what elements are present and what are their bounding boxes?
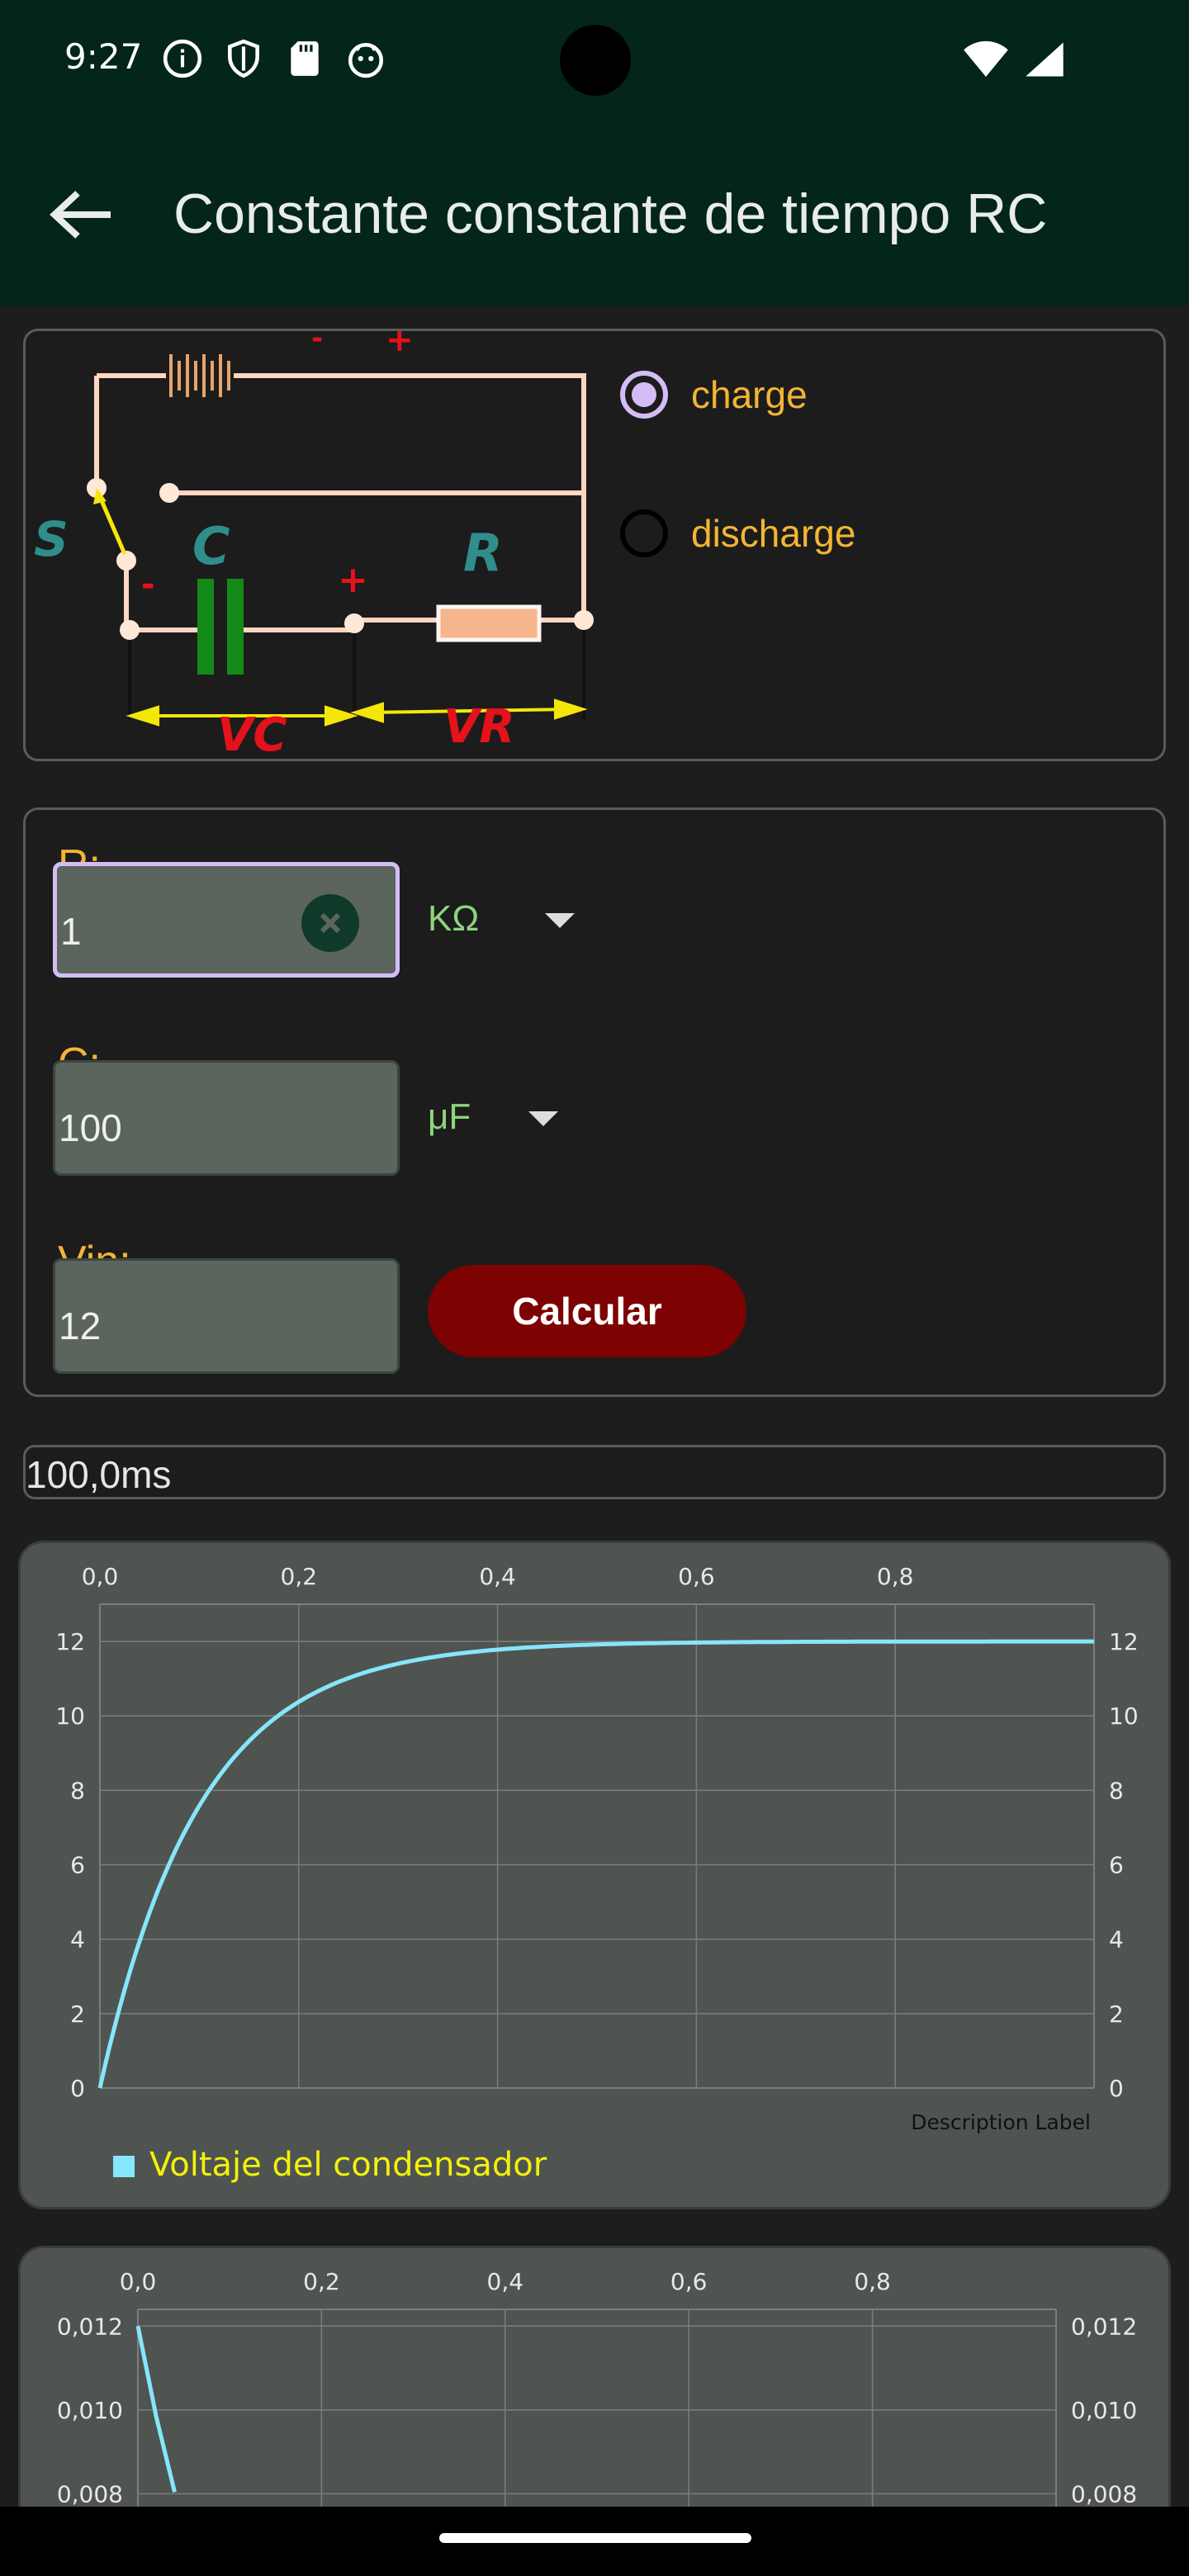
current-chart-card: 0,0 0,2 0,4 0,6 0,8 0,008 0,008 0,010 0,010 0,012… — [18, 2246, 1171, 2526]
app-bar: Constante constante de tiempo RC — [0, 124, 1189, 305]
radio-charge[interactable]: charge — [620, 371, 808, 419]
y-tick-label-right: 12 — [1109, 1628, 1139, 1655]
c-input[interactable]: 100 — [53, 1060, 400, 1176]
sd-card-icon — [291, 41, 319, 76]
x-tick-label: 0,4 — [487, 2268, 524, 2295]
y-tick-label-right: 2 — [1109, 2001, 1124, 2028]
radio-charge-indicator[interactable] — [620, 371, 668, 419]
y-tick-label: 0,008 — [57, 2480, 123, 2507]
y-tick-label: 2 — [70, 2001, 85, 2028]
series-line — [135, 2325, 177, 2493]
time-constant-value: 100,0ms — [26, 1453, 172, 1496]
x-tick-label: 0,8 — [854, 2268, 891, 2295]
y-tick-label: 0 — [70, 2075, 85, 2102]
radio-discharge[interactable]: discharge — [620, 509, 855, 557]
x-tick-label: 0,2 — [281, 1563, 318, 1590]
battery-plus-label: + — [386, 331, 414, 359]
current-chart[interactable]: 0,0 0,2 0,4 0,6 0,8 0,008 0,008 0,010 0,010 0,012… — [21, 2248, 1171, 2526]
r-unit-dropdown-icon[interactable] — [543, 912, 576, 930]
wifi-icon — [964, 40, 1008, 77]
circuit-card: - + S C - + R VC VR charge discharge — [23, 329, 1166, 762]
vin-input[interactable]: 12 — [53, 1258, 400, 1374]
y-tick-label-right: 10 — [1109, 1702, 1139, 1730]
y-tick-label: 0,012 — [57, 2313, 123, 2340]
chart-description-label: Description Label — [911, 2110, 1091, 2134]
y-tick-label-right: 8 — [1109, 1777, 1124, 1804]
capacitor-label: C — [192, 516, 230, 576]
page-title: Constante constante de tiempo RC — [173, 182, 1048, 245]
y-tick-label-right: 0,012 — [1071, 2313, 1137, 2340]
y-tick-label: 6 — [70, 1852, 85, 1879]
switch-label: S — [34, 511, 69, 567]
y-tick-label-right: 6 — [1109, 1852, 1124, 1879]
c-input-value[interactable]: 100 — [59, 1106, 122, 1150]
c-unit-dropdown-icon[interactable] — [527, 1110, 560, 1128]
time-constant-result: 100,0ms — [23, 1445, 1166, 1499]
x-tick-label: 0,8 — [877, 1563, 914, 1590]
camera-cutout — [560, 25, 631, 96]
y-tick-label-right: 4 — [1109, 1926, 1124, 1953]
vr-label: VR — [443, 700, 514, 754]
x-tick-label: 0,0 — [82, 1563, 119, 1590]
vin-input-value[interactable]: 12 — [59, 1304, 101, 1348]
status-bar: 9:27 — [0, 0, 1189, 124]
battery-minus-label: - — [311, 331, 323, 355]
c-unit-select[interactable]: μF — [428, 1096, 471, 1138]
radio-charge-label: charge — [691, 373, 808, 416]
rc-circuit-diagram: - + S C - + R VC VR — [34, 331, 594, 762]
x-tick-label: 0,4 — [479, 1563, 516, 1590]
radio-discharge-indicator[interactable] — [620, 509, 668, 557]
x-tick-label: 0,6 — [678, 1563, 715, 1590]
r-input[interactable]: 1 — [53, 862, 400, 978]
x-tick-label: 0,6 — [670, 2268, 708, 2295]
legend-swatch — [113, 2156, 135, 2177]
status-icons — [162, 38, 386, 79]
shield-icon — [228, 39, 259, 78]
home-indicator[interactable] — [439, 2533, 751, 2543]
status-time: 9:27 — [64, 36, 143, 77]
r-unit-select[interactable]: KΩ — [428, 898, 479, 940]
y-tick-label: 8 — [70, 1777, 85, 1804]
r-input-value[interactable]: 1 — [60, 909, 82, 954]
legend-label: Voltaje del condensador — [149, 2146, 547, 2184]
signal-icon — [1026, 42, 1063, 77]
clear-input-button[interactable] — [301, 894, 359, 952]
y-tick-label-right: 0,010 — [1071, 2397, 1137, 2424]
radio-selected-dot — [632, 382, 656, 407]
calculate-button[interactable]: Calcular — [428, 1265, 746, 1357]
system-icons — [963, 40, 1065, 79]
y-tick-label: 0,010 — [57, 2397, 123, 2424]
back-arrow-icon[interactable] — [48, 188, 114, 241]
voltage-chart-card: 0,0 0,2 0,4 0,6 0,8 0 0 2 2 4 4 6 6 8 8 10 10 12 12 Descrip… — [18, 1541, 1171, 2209]
resistor-label: R — [463, 523, 503, 583]
y-tick-label-right: 0,008 — [1071, 2480, 1137, 2507]
x-tick-label: 0,0 — [120, 2268, 157, 2295]
close-icon[interactable] — [317, 910, 343, 936]
y-tick-label: 10 — [55, 1702, 85, 1730]
y-tick-label: 4 — [70, 1926, 85, 1953]
capacitor-plus-label: + — [338, 559, 368, 601]
capacitor-minus-label: - — [141, 566, 155, 604]
voltage-chart[interactable]: 0,0 0,2 0,4 0,6 0,8 0 0 2 2 4 4 6 6 8 8 10 10 12 12 Descrip… — [21, 1543, 1171, 2209]
y-tick-label: 12 — [55, 1628, 85, 1655]
android-face-icon — [348, 43, 384, 78]
x-tick-label: 0,2 — [303, 2268, 340, 2295]
y-tick-label-right: 0 — [1109, 2075, 1124, 2102]
vc-label: VC — [217, 708, 287, 762]
info-icon — [163, 39, 202, 78]
radio-discharge-label: discharge — [691, 512, 856, 555]
